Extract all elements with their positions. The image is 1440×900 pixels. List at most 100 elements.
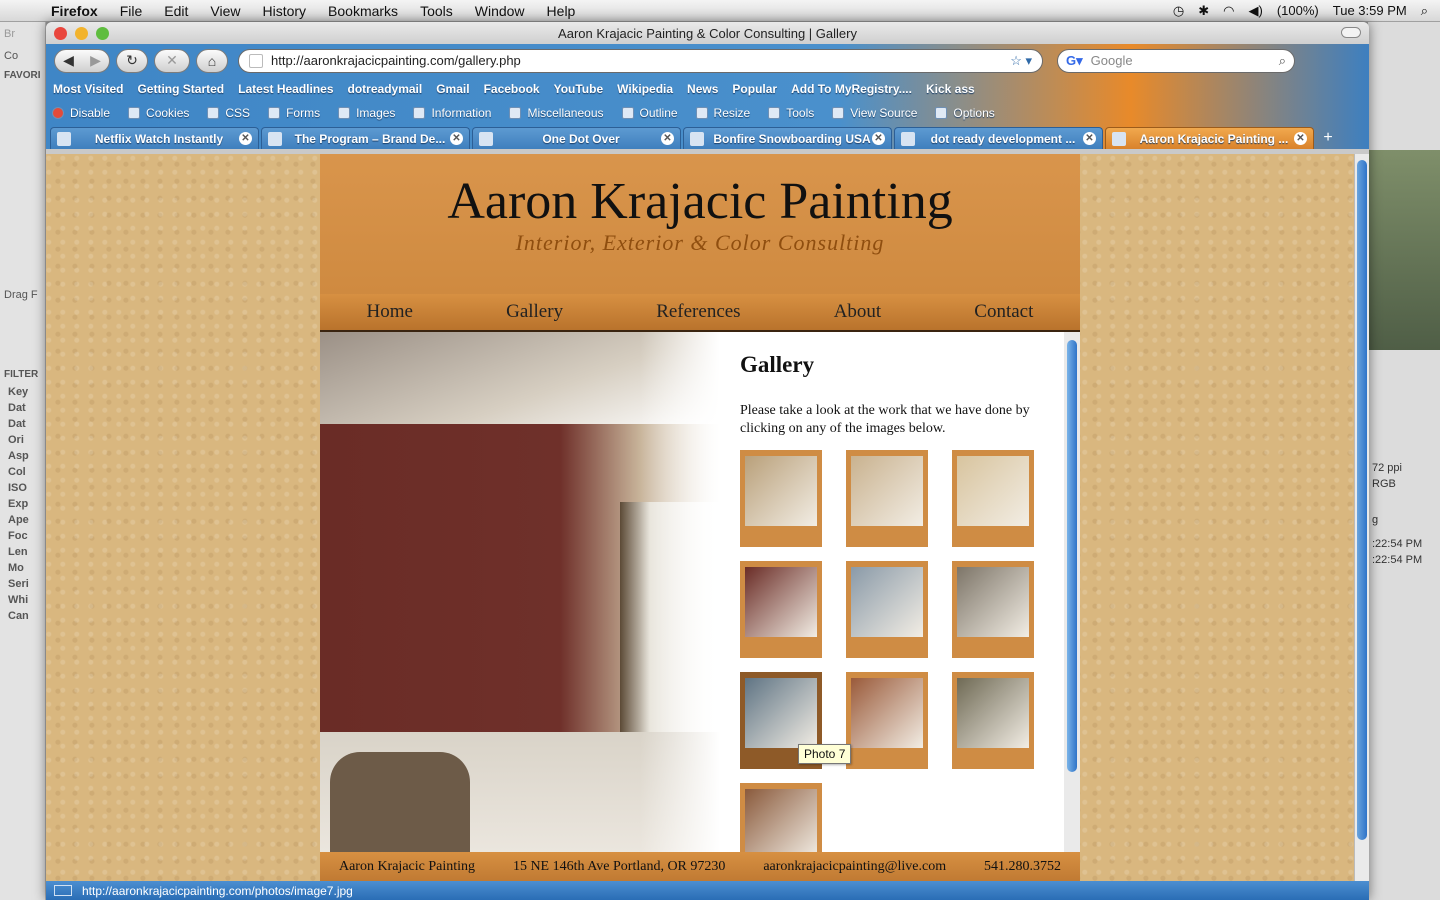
bg-filter-item[interactable]: Key [0, 384, 45, 400]
new-tab-button[interactable]: + [1316, 129, 1340, 149]
bookmark-dotreadymail[interactable]: dotreadymail [348, 82, 423, 96]
close-tab-icon[interactable]: ✕ [661, 132, 674, 145]
battery-status[interactable]: (100%) [1277, 3, 1319, 18]
close-tab-icon[interactable]: ✕ [1294, 132, 1307, 145]
gallery-thumb[interactable] [952, 672, 1034, 769]
gallery-thumb[interactable] [952, 561, 1034, 658]
bg-filter-item[interactable]: Whi [0, 592, 45, 608]
back-forward-buttons[interactable]: ◀ ▶ [54, 48, 110, 73]
wd-resize[interactable]: Resize [695, 106, 750, 120]
tab-aaron-krajacic[interactable]: Aaron Krajacic Painting ... ✕ [1105, 127, 1314, 149]
thumb-image[interactable] [851, 567, 923, 637]
menu-bookmarks[interactable]: Bookmarks [317, 3, 409, 19]
bookmark-gmail[interactable]: Gmail [436, 82, 469, 96]
tab-netflix[interactable]: Netflix Watch Instantly ✕ [50, 127, 259, 149]
wd-miscellaneous[interactable]: Miscellaneous [509, 106, 604, 120]
volume-icon[interactable]: ◀) [1249, 3, 1263, 19]
thumb-image[interactable] [851, 678, 923, 748]
search-bar[interactable]: G▾ Google ⌕ [1057, 48, 1295, 73]
bg-filter-item[interactable]: Foc [0, 528, 45, 544]
thumb-image[interactable] [851, 456, 923, 526]
reload-button[interactable]: ↻ [116, 48, 148, 73]
menu-view[interactable]: View [199, 3, 251, 19]
menu-edit[interactable]: Edit [153, 3, 199, 19]
nav-home[interactable]: Home [367, 301, 413, 323]
bg-filter-item[interactable]: Can [0, 608, 45, 624]
search-icon[interactable]: ⌕ [1279, 53, 1286, 69]
clock[interactable]: Tue 3:59 PM [1333, 3, 1407, 18]
back-icon[interactable]: ◀ [63, 52, 74, 69]
stop-button[interactable]: ✕ [154, 48, 190, 73]
menu-file[interactable]: File [109, 3, 154, 19]
bg-filter-item[interactable]: Mo [0, 560, 45, 576]
thumb-image[interactable] [957, 678, 1029, 748]
gallery-thumb[interactable] [952, 450, 1034, 547]
close-tab-icon[interactable]: ✕ [450, 132, 463, 145]
gallery-thumb[interactable] [846, 450, 928, 547]
menu-window[interactable]: Window [464, 3, 536, 19]
bg-filter-item[interactable]: Asp [0, 448, 45, 464]
gallery-scrollbar[interactable] [1064, 332, 1080, 852]
bookmark-star-icon[interactable]: ☆ ▾ [1010, 53, 1032, 69]
bg-filter-item[interactable]: Ape [0, 512, 45, 528]
page-scroll-thumb[interactable] [1357, 160, 1367, 840]
bg-filter-item[interactable]: Dat [0, 416, 45, 432]
url-text[interactable]: http://aaronkrajacicpainting.com/gallery… [271, 53, 521, 68]
bookmark-getting-started[interactable]: Getting Started [137, 82, 224, 96]
tab-dot-ready[interactable]: dot ready development ... ✕ [894, 127, 1103, 149]
thumb-image[interactable] [745, 789, 817, 859]
thumb-image[interactable] [745, 678, 817, 748]
nav-references[interactable]: References [656, 301, 740, 323]
gallery-thumb[interactable] [740, 561, 822, 658]
wd-disable[interactable]: Disable [52, 106, 110, 120]
bookmark-wikipedia[interactable]: Wikipedia [617, 82, 673, 96]
thumb-image[interactable] [957, 456, 1029, 526]
wd-options[interactable]: Options [935, 106, 995, 120]
wd-tools[interactable]: Tools [768, 106, 814, 120]
bg-filter-item[interactable]: ISO [0, 480, 45, 496]
wd-cookies[interactable]: Cookies [128, 106, 189, 120]
wd-forms[interactable]: Forms [268, 106, 320, 120]
bookmark-popular[interactable]: Popular [732, 82, 777, 96]
spotlight-icon[interactable]: ⌕ [1421, 3, 1428, 19]
thumb-image[interactable] [745, 567, 817, 637]
url-bar[interactable]: http://aaronkrajacicpainting.com/gallery… [238, 48, 1043, 73]
time-machine-icon[interactable]: ◷ [1173, 3, 1184, 19]
site-title[interactable]: Aaron Krajacic Painting [320, 172, 1080, 231]
tab-bonfire[interactable]: Bonfire Snowboarding USA ✕ [683, 127, 892, 149]
page-scrollbar[interactable] [1354, 154, 1369, 881]
gallery-thumb[interactable] [846, 561, 928, 658]
bookmark-most-visited[interactable]: Most Visited [53, 82, 123, 96]
nav-contact[interactable]: Contact [974, 301, 1033, 323]
bookmark-kick-ass[interactable]: Kick ass [926, 82, 975, 96]
thumb-image[interactable] [745, 456, 817, 526]
close-tab-icon[interactable]: ✕ [1083, 132, 1096, 145]
bg-filter-item[interactable]: Seri [0, 576, 45, 592]
wd-images[interactable]: Images [338, 106, 395, 120]
bookmark-myregistry[interactable]: Add To MyRegistry.... [791, 82, 912, 96]
window-titlebar[interactable]: Aaron Krajacic Painting & Color Consulti… [46, 22, 1369, 44]
menu-app[interactable]: Firefox [40, 3, 109, 19]
bg-filter-item[interactable]: Dat [0, 400, 45, 416]
footer-email[interactable]: aaronkrajacicpainting@live.com [763, 859, 946, 875]
bookmark-latest-headlines[interactable]: Latest Headlines [238, 82, 333, 96]
bookmark-youtube[interactable]: YouTube [554, 82, 604, 96]
bg-filter-item[interactable]: Ori [0, 432, 45, 448]
menu-history[interactable]: History [251, 3, 317, 19]
bg-filter-item[interactable]: Len [0, 544, 45, 560]
gallery-thumb[interactable] [740, 450, 822, 547]
menu-help[interactable]: Help [536, 3, 587, 19]
wd-information[interactable]: Information [413, 106, 491, 120]
bookmark-news[interactable]: News [687, 82, 718, 96]
home-button[interactable]: ⌂ [196, 48, 228, 73]
search-placeholder[interactable]: Google [1091, 53, 1133, 68]
wifi-icon[interactable]: ◠ [1223, 3, 1234, 19]
wd-css[interactable]: CSS [207, 106, 250, 120]
wd-view-source[interactable]: View Source [832, 106, 917, 120]
tab-one-dot-over[interactable]: One Dot Over ✕ [472, 127, 681, 149]
tab-the-program[interactable]: The Program – Brand De... ✕ [261, 127, 470, 149]
google-engine-icon[interactable]: G▾ [1066, 53, 1083, 69]
gallery-scroll-thumb[interactable] [1067, 340, 1077, 772]
gallery-thumb[interactable] [846, 672, 928, 769]
bg-filter-item[interactable]: Exp [0, 496, 45, 512]
